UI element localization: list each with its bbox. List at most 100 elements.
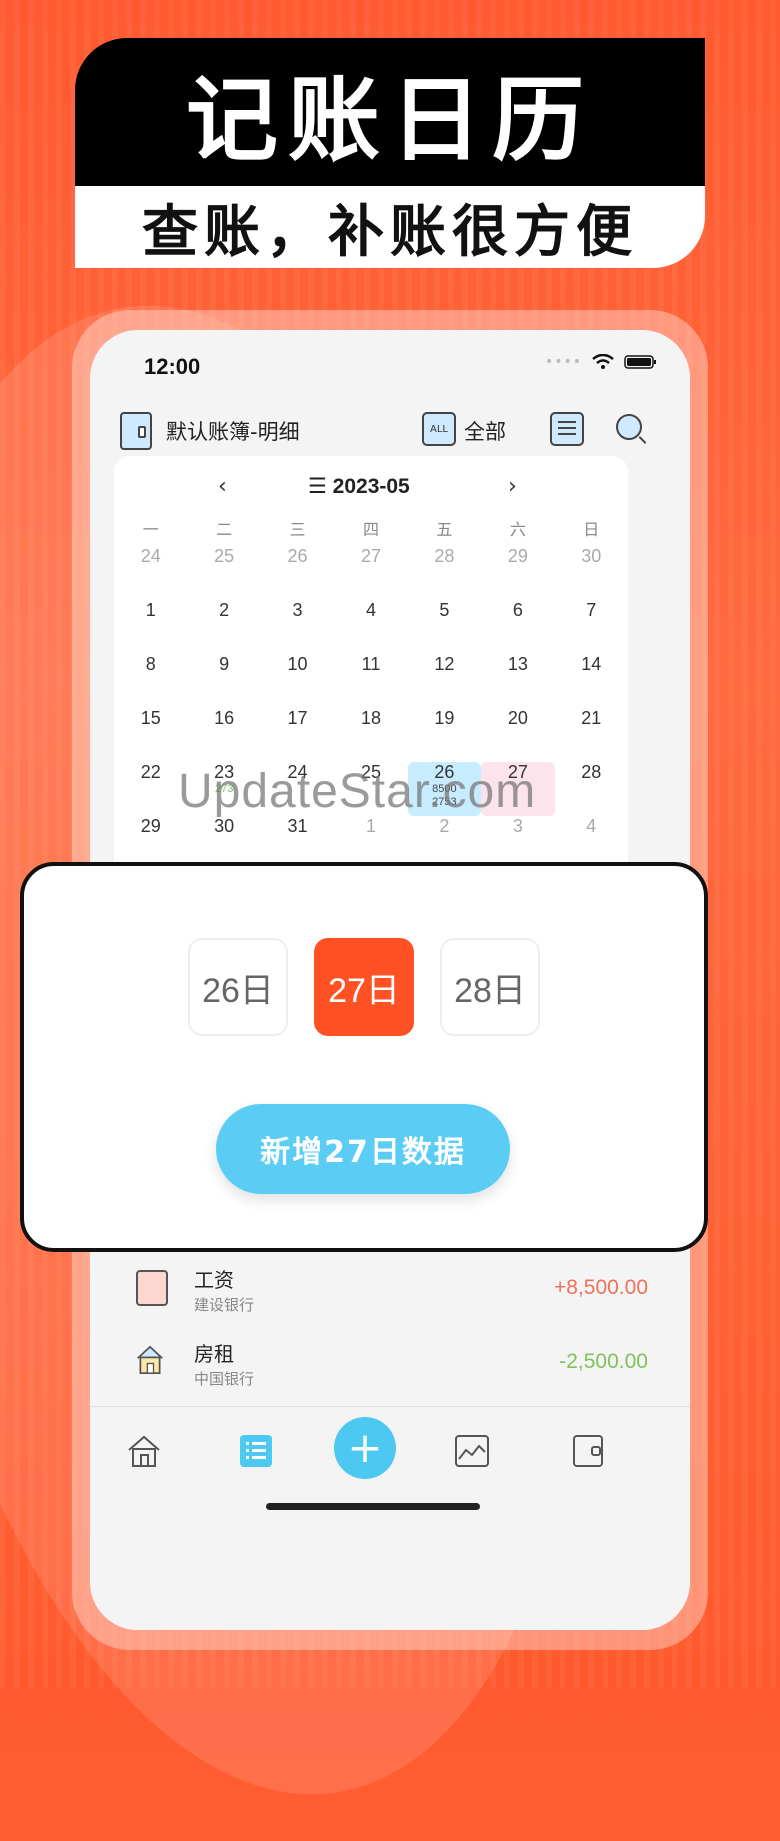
- day-number: 14: [581, 654, 602, 674]
- weekday-label: 三: [289, 520, 306, 539]
- calendar-day[interactable]: 10: [261, 654, 334, 708]
- day-number: 15: [140, 708, 161, 728]
- entry-row[interactable]: 工资 建设银行 +8,500.00: [90, 1260, 690, 1330]
- status-time: 12:00: [144, 354, 201, 379]
- calendar-day[interactable]: 29: [481, 546, 554, 600]
- calendar-day[interactable]: 11: [334, 654, 407, 708]
- day-number: 3: [512, 816, 523, 836]
- day-number: 25: [214, 546, 235, 566]
- weekday-label: 一: [142, 520, 159, 539]
- day-number: 11: [361, 654, 381, 674]
- calendar-day[interactable]: 17: [261, 708, 334, 762]
- calendar-day[interactable]: 25: [187, 546, 260, 600]
- calendar-day[interactable]: 16: [187, 708, 260, 762]
- calendar-day[interactable]: 20: [481, 708, 554, 762]
- day-number: 28: [434, 546, 455, 566]
- day-number: 7: [586, 600, 597, 620]
- status-bar: 12:00 ••••: [90, 330, 690, 390]
- day-number: 6: [512, 600, 523, 620]
- day-number: 28: [581, 762, 602, 782]
- calendar-day[interactable]: 21: [555, 708, 628, 762]
- calendar-day[interactable]: 27: [334, 546, 407, 600]
- calendar-day[interactable]: 19: [408, 708, 481, 762]
- month-label: 2023-05: [332, 475, 410, 498]
- all-filter-label[interactable]: 全部: [464, 416, 506, 446]
- day-number: 1: [365, 816, 376, 836]
- search-icon[interactable]: [616, 414, 642, 440]
- list-icon[interactable]: [238, 1433, 274, 1469]
- calendar-day[interactable]: 6: [481, 600, 554, 654]
- next-month-button[interactable]: ›: [508, 474, 517, 499]
- entry-title: 工资: [194, 1268, 234, 1292]
- calendar-day[interactable]: 30: [555, 546, 628, 600]
- ledger-book-icon[interactable]: [120, 412, 152, 450]
- menu-icon: ☰: [308, 475, 327, 498]
- calendar-month[interactable]: ☰ 2023-05: [308, 474, 410, 499]
- calendar-day[interactable]: 8: [114, 654, 187, 708]
- banner-title-box: 记账日历: [75, 38, 705, 186]
- chart-icon[interactable]: [454, 1433, 490, 1469]
- day-number: 18: [360, 708, 381, 728]
- calendar-day[interactable]: 24: [114, 546, 187, 600]
- day-option-selected[interactable]: 27日: [314, 938, 414, 1036]
- wallet-icon[interactable]: [570, 1433, 606, 1469]
- calendar-day[interactable]: 1: [114, 600, 187, 654]
- day-number: 2: [219, 600, 230, 620]
- calendar-day[interactable]: 7: [555, 600, 628, 654]
- calendar-day[interactable]: 28: [408, 546, 481, 600]
- day-option[interactable]: 26日: [188, 938, 288, 1036]
- entry-row[interactable]: 房租 中国银行 -2,500.00: [90, 1334, 690, 1404]
- day-number: 30: [581, 546, 602, 566]
- day-number: 29: [507, 546, 528, 566]
- add-icon[interactable]: +: [334, 1417, 396, 1479]
- calendar-day[interactable]: 13: [481, 654, 554, 708]
- day-number: 22: [140, 762, 161, 782]
- calendar-header: ‹ ☰ 2023-05 ›: [114, 474, 628, 504]
- calendar-day[interactable]: 9: [187, 654, 260, 708]
- day-number: 21: [581, 708, 602, 728]
- day-number: 27: [360, 546, 381, 566]
- all-filter-icon[interactable]: ALL: [422, 412, 456, 446]
- calendar-day[interactable]: 4: [334, 600, 407, 654]
- list-view-icon[interactable]: [550, 412, 584, 446]
- calendar-day[interactable]: 12: [408, 654, 481, 708]
- entry-amount: -2,500.00: [559, 1350, 648, 1373]
- day-number: 2: [439, 816, 450, 836]
- day-option[interactable]: 28日: [440, 938, 540, 1036]
- calendar-day[interactable]: 15: [114, 708, 187, 762]
- calendar-day[interactable]: 26: [261, 546, 334, 600]
- calendar-day[interactable]: 3: [261, 600, 334, 654]
- day-number: 19: [434, 708, 455, 728]
- add-day-data-button[interactable]: 新增27日数据: [216, 1104, 510, 1194]
- day-number: 26: [287, 546, 308, 566]
- home-icon[interactable]: [126, 1433, 162, 1469]
- day-number: 9: [219, 654, 230, 674]
- day-number: 30: [214, 816, 235, 836]
- entry-account: 中国银行: [194, 1370, 255, 1388]
- ledger-title[interactable]: 默认账簿-明细: [166, 416, 300, 446]
- calendar-days: 24 25 26 27 28 29 30 1 2 3 4 5 6 7 8 9 10 11 12 13 14 15 16 17 1…: [114, 546, 628, 870]
- day-number: 5: [439, 600, 450, 620]
- entry-amount: +8,500.00: [553, 1276, 648, 1299]
- top-bar: 默认账簿-明细 ALL 全部: [90, 412, 690, 462]
- day-number: 3: [292, 600, 303, 620]
- day-number: 29: [140, 816, 161, 836]
- calendar-day[interactable]: 14: [555, 654, 628, 708]
- day-number: 31: [287, 816, 308, 836]
- banner-title: 记账日历: [185, 65, 594, 174]
- day-number: 24: [140, 546, 161, 566]
- weekday-row: 一二三四五六日: [114, 516, 628, 540]
- banner-subtitle: 查账，补账很方便: [142, 198, 638, 265]
- prev-month-button[interactable]: ‹: [218, 474, 227, 499]
- day-number: 16: [214, 708, 235, 728]
- weekday-label: 日: [583, 520, 600, 539]
- home-indicator: [266, 1503, 480, 1510]
- calendar-day[interactable]: 18: [334, 708, 407, 762]
- day-picker-popup: 26日 27日 28日 新增27日数据: [20, 862, 708, 1252]
- calendar-day[interactable]: 2: [187, 600, 260, 654]
- calendar-day[interactable]: 5: [408, 600, 481, 654]
- entry-title: 房租: [194, 1342, 234, 1366]
- tab-bar: +: [90, 1406, 690, 1630]
- calendar-day[interactable]: 28: [555, 762, 628, 816]
- calendar-day[interactable]: 22: [114, 762, 187, 816]
